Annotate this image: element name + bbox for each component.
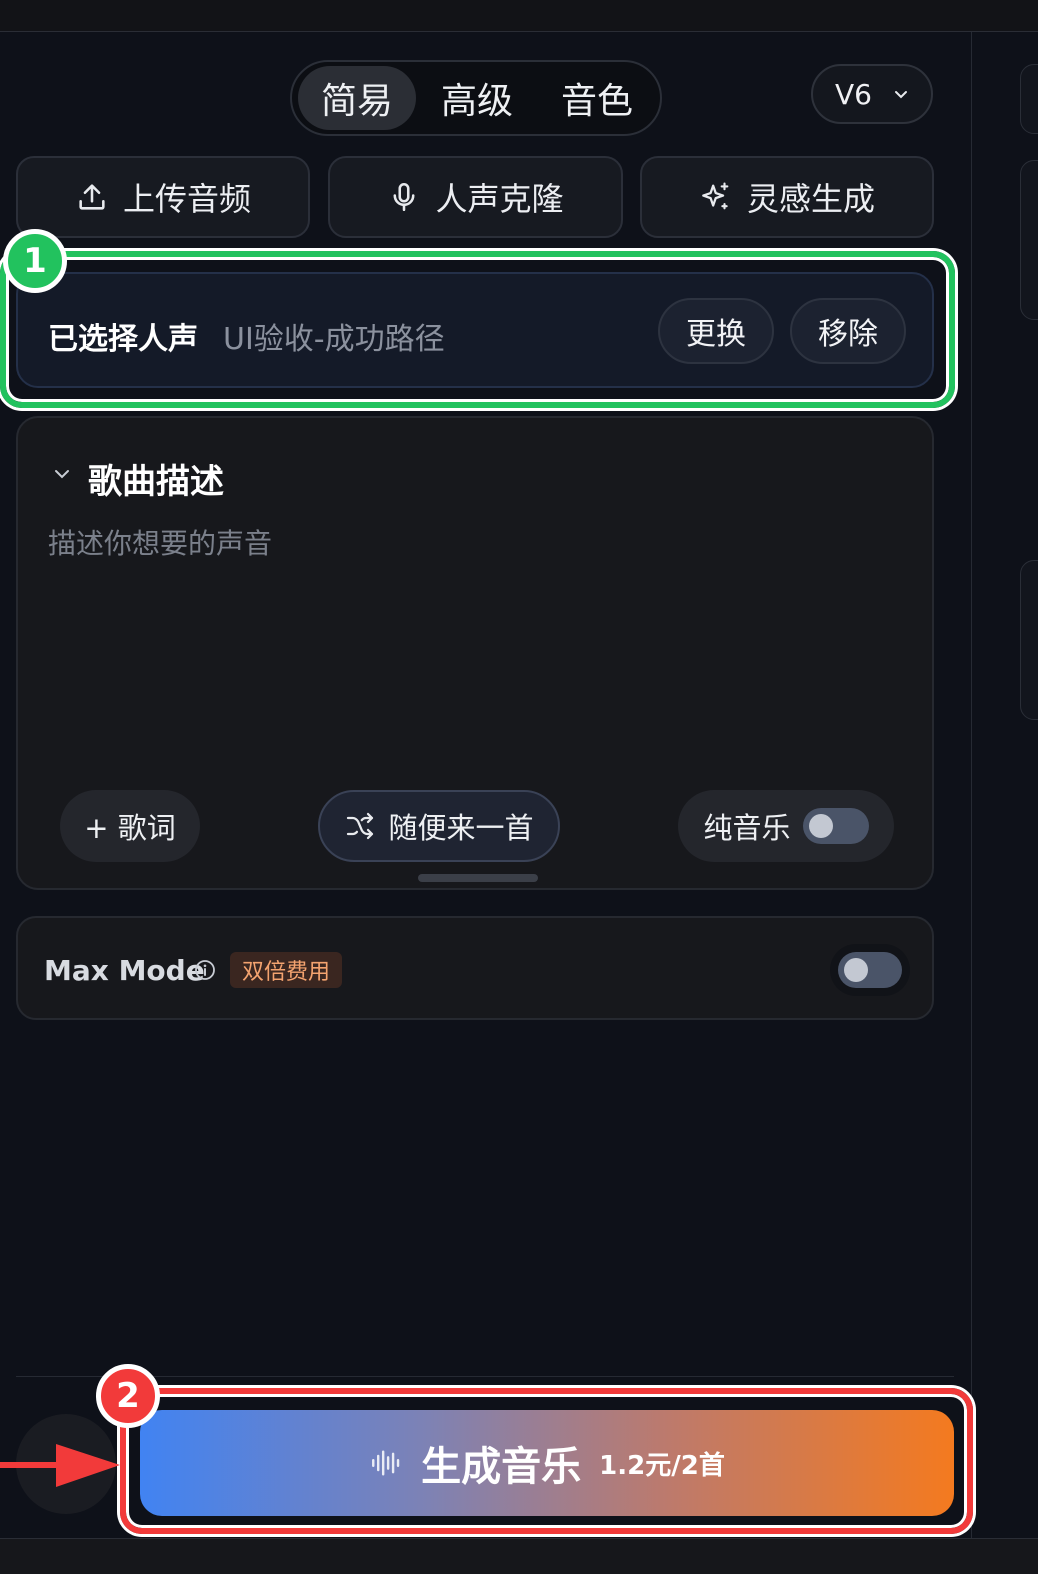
annotation-badge-2: 2 — [96, 1364, 160, 1428]
window-bottom-bar — [0, 1538, 1038, 1574]
annotation-badge-1: 1 — [3, 229, 67, 293]
song-description-card: 歌曲描述 描述你想要的声音 + 歌词 随便来一首 纯音乐 — [16, 416, 934, 890]
max-mode-toggle-wrap — [830, 944, 910, 996]
max-mode-toggle[interactable] — [838, 952, 902, 988]
right-panel-edge — [1020, 64, 1038, 134]
waveform-icon — [372, 1450, 400, 1476]
shuffle-icon — [347, 812, 374, 840]
right-panel-edge — [1020, 160, 1038, 320]
add-lyrics-button[interactable]: + 歌词 — [60, 790, 200, 862]
instrumental-label: 纯音乐 — [703, 811, 791, 845]
highlight-box-1 — [0, 251, 955, 408]
sparkle-icon — [702, 182, 729, 210]
song-description-input[interactable]: 描述你想要的声音 — [48, 522, 272, 562]
random-song-label: 随便来一首 — [388, 811, 534, 845]
generate-music-label: 生成音乐 — [421, 1444, 582, 1490]
generate-music-button[interactable]: 生成音乐 1.2元/2首 — [140, 1410, 954, 1516]
upload-audio-button[interactable]: 上传音频 — [16, 156, 310, 238]
random-song-button[interactable]: 随便来一首 — [318, 790, 560, 862]
window-top-bar — [0, 0, 1038, 32]
double-cost-badge: 双倍费用 — [230, 952, 343, 988]
upload-audio-label: 上传音频 — [122, 180, 251, 218]
chevron-down-icon — [895, 91, 907, 99]
mic-icon — [394, 182, 415, 212]
mode-tabs: 简易 高级 音色 — [290, 60, 662, 136]
pointer-arrow-icon — [0, 1444, 120, 1487]
upload-icon — [79, 184, 105, 210]
divider — [16, 1376, 954, 1377]
tab-simple[interactable]: 简易 — [298, 66, 416, 130]
inspire-generate-label: 灵感生成 — [746, 180, 875, 218]
song-description-title: 歌曲描述 — [88, 462, 224, 502]
version-select[interactable]: V6 — [811, 64, 933, 124]
right-panel-edge — [1020, 560, 1038, 720]
instrumental-toggle-row[interactable]: 纯音乐 — [678, 790, 894, 862]
toggle-knob — [844, 958, 868, 982]
info-icon[interactable] — [194, 959, 216, 981]
voice-clone-button[interactable]: 人声克隆 — [328, 156, 623, 238]
version-label: V6 — [835, 77, 872, 111]
max-mode-card: Max Mode 双倍费用 — [16, 916, 934, 1020]
tab-advanced[interactable]: 高级 — [418, 66, 536, 130]
panel-divider — [971, 32, 972, 1538]
generate-price: 1.2元/2首 — [599, 1450, 725, 1481]
resize-handle[interactable] — [418, 874, 538, 882]
instrumental-toggle[interactable] — [802, 808, 869, 844]
toggle-knob — [808, 814, 833, 838]
chevron-down-icon[interactable] — [52, 464, 72, 484]
max-mode-label: Max Mode — [44, 954, 205, 987]
inspire-generate-button[interactable]: 灵感生成 — [640, 156, 934, 238]
voice-clone-label: 人声克隆 — [435, 180, 564, 218]
tab-timbre[interactable]: 音色 — [538, 66, 656, 130]
